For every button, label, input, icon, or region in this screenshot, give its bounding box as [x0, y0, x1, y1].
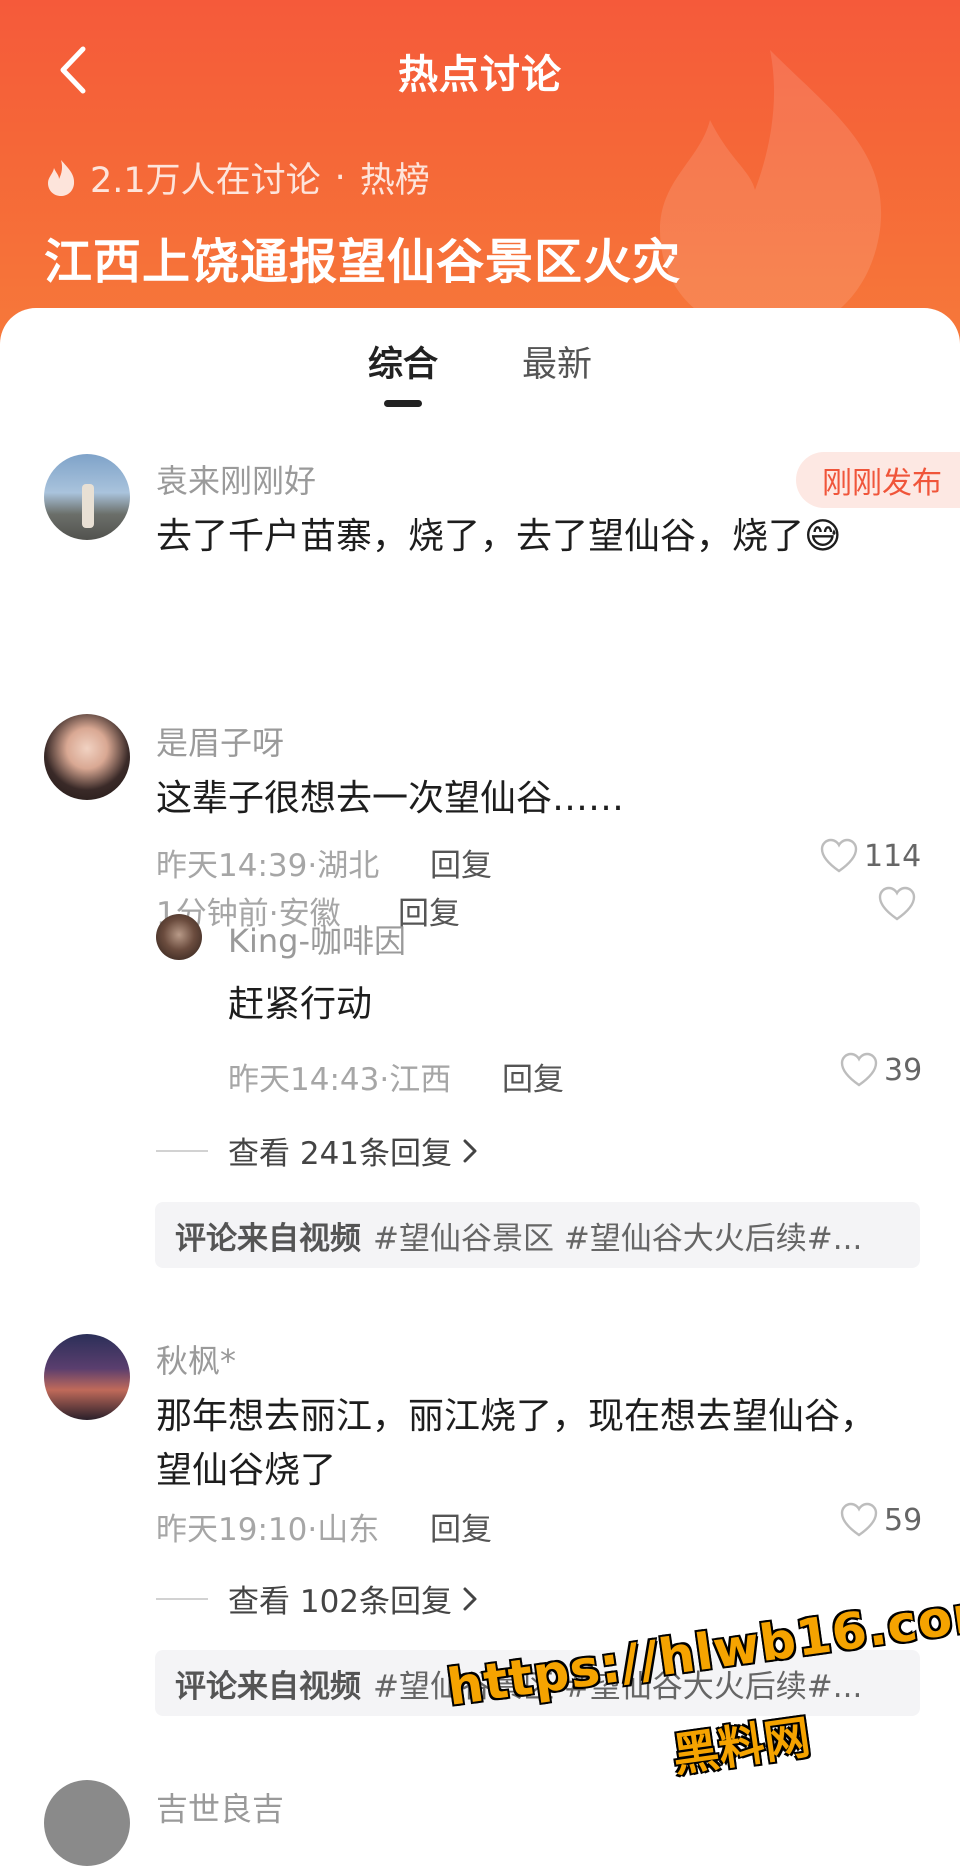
discussion-count: 2.1万人在讨论: [90, 161, 321, 201]
comment-username[interactable]: 袁来刚刚好: [156, 456, 316, 502]
reply-meta: 昨天14:43·江西: [228, 1062, 452, 1098]
view-replies-button[interactable]: 查看 241条回复: [156, 1128, 480, 1173]
like-count: 59: [884, 1502, 923, 1538]
avatar[interactable]: [44, 1334, 130, 1420]
divider-line: [156, 1597, 208, 1600]
new-post-badge: 刚刚发布: [796, 452, 960, 508]
tab-comprehensive[interactable]: 综合: [368, 336, 438, 387]
reply-username[interactable]: King-咖啡因: [228, 916, 406, 962]
like-button[interactable]: [878, 886, 922, 922]
comment-meta: 昨天14:39·湖北: [156, 848, 380, 884]
source-hashtags: #望仙谷景区 #望仙谷大火后续#...: [373, 1220, 863, 1257]
comment-text: 这辈子很想去一次望仙谷……: [156, 778, 625, 819]
view-replies-button[interactable]: 查看 102条回复: [156, 1576, 480, 1621]
source-label: 评论来自视频: [175, 1220, 361, 1257]
reply-button[interactable]: 回复: [502, 1054, 564, 1099]
avatar[interactable]: [44, 1780, 130, 1866]
like-count: 114: [864, 838, 922, 874]
avatar[interactable]: [44, 454, 130, 540]
page-title: 热点讨论: [398, 52, 562, 98]
heart-icon: [820, 838, 858, 873]
separator-dot: ·: [334, 157, 346, 198]
topic-header: 热点讨论 2.1万人在讨论 · 热榜 江西上饶通报望仙谷景区火灾: [0, 0, 960, 360]
view-replies-label: 查看 102条回复: [228, 1584, 453, 1620]
hot-list-tag[interactable]: 热榜: [360, 152, 430, 203]
reply-button[interactable]: 回复: [430, 1504, 492, 1549]
like-button[interactable]: 59: [840, 1502, 922, 1538]
comment-text: 去了千户苗寨，烧了，去了望仙谷，烧了😅: [156, 516, 842, 557]
like-button[interactable]: 39: [840, 1052, 922, 1088]
fire-icon: [48, 159, 75, 196]
like-button[interactable]: 114: [820, 838, 921, 874]
source-video-tag[interactable]: 评论来自视频 #望仙谷景区 #望仙谷大火后续#...: [155, 1202, 920, 1268]
tab-latest[interactable]: 最新: [522, 336, 592, 387]
chevron-right-icon: [463, 1587, 477, 1610]
tab-indicator: [384, 400, 422, 407]
comment-text: 那年想去丽江，丽江烧了，现在想去望仙谷，: [156, 1396, 877, 1437]
avatar[interactable]: [44, 714, 130, 800]
comment-username[interactable]: 吉世良吉: [156, 1784, 284, 1830]
topic-stats: 2.1万人在讨论 · 热榜: [44, 152, 430, 203]
heart-icon: [840, 1502, 878, 1537]
reply-button[interactable]: 回复: [430, 840, 492, 885]
chevron-right-icon: [463, 1139, 477, 1162]
tab-bar: 综合 最新: [0, 308, 960, 408]
comment-text-continued: 望仙谷烧了: [156, 1450, 337, 1491]
reply-button[interactable]: 回复: [398, 888, 460, 933]
comments-panel: 综合 最新 袁来刚刚好 刚刚发布 去了千户苗寨，烧了，去了望仙谷，烧了😅 1分钟…: [0, 308, 960, 1866]
reply-text: 赶紧行动: [228, 984, 373, 1025]
avatar[interactable]: [156, 914, 202, 960]
source-label: 评论来自视频: [175, 1668, 361, 1705]
comment-username[interactable]: 秋枫*: [156, 1336, 236, 1382]
view-replies-label: 查看 241条回复: [228, 1136, 453, 1172]
topic-title: 江西上饶通报望仙谷景区火灾: [44, 234, 682, 290]
comment-meta: 昨天19:10·山东: [156, 1512, 380, 1548]
comment-username[interactable]: 是眉子呀: [156, 718, 284, 764]
heart-icon: [878, 886, 916, 921]
heart-icon: [840, 1052, 878, 1087]
divider-line: [156, 1149, 208, 1152]
like-count: 39: [884, 1052, 923, 1088]
